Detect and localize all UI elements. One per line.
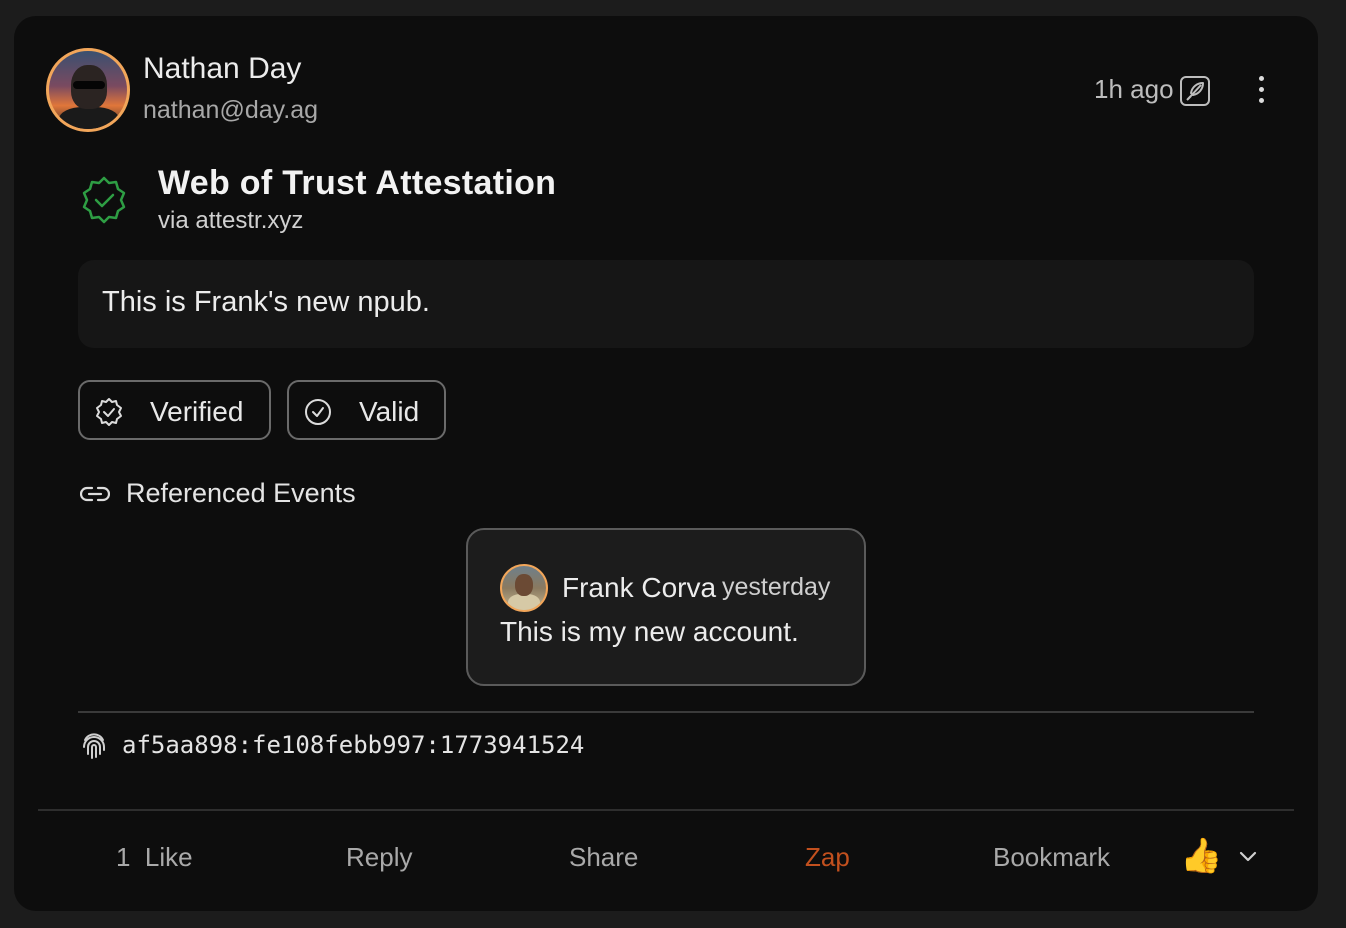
bookmark-button[interactable]: Bookmark — [993, 842, 1110, 873]
check-circle-icon — [305, 399, 331, 425]
author-avatar[interactable] — [46, 48, 130, 132]
note-card: Nathan Day nathan@day.ag 1h ago Web of T… — [14, 16, 1318, 911]
attestation-text: This is Frank's new npub. — [102, 286, 430, 318]
like-label: Like — [144, 842, 193, 872]
attestation-content: This is Frank's new npub. — [78, 260, 1254, 348]
link-icon — [80, 486, 110, 502]
like-button[interactable]: 1 Like — [116, 842, 193, 873]
feather-icon — [1180, 76, 1210, 106]
referenced-author-name[interactable]: Frank Corva — [562, 572, 716, 604]
event-coordinate[interactable]: af5aa898:fe108febb997:1773941524 — [122, 731, 584, 759]
attestation-title: Web of Trust Attestation — [158, 164, 557, 202]
share-button[interactable]: Share — [569, 842, 638, 873]
actions-divider — [38, 809, 1294, 811]
thumbs-up-reaction[interactable]: 👍 — [1180, 836, 1222, 876]
verified-chip[interactable]: Verified — [78, 380, 271, 440]
author-nip05: nathan@day.ag — [143, 96, 319, 124]
verified-badge-icon — [82, 176, 126, 224]
referenced-event-text: This is my new account. — [500, 616, 799, 647]
more-options-icon[interactable] — [1246, 72, 1278, 108]
valid-chip[interactable]: Valid — [287, 380, 446, 440]
verified-badge-icon — [96, 398, 122, 426]
attestation-source: via attestr.xyz — [158, 207, 304, 234]
zap-button[interactable]: Zap — [805, 842, 850, 873]
chevron-down-icon[interactable] — [1238, 846, 1258, 866]
referenced-event-time: yesterday — [722, 573, 831, 601]
timestamp[interactable]: 1h ago — [1094, 74, 1174, 105]
referenced-event-card[interactable]: Frank Corva yesterday This is my new acc… — [466, 528, 866, 686]
referenced-events-label: Referenced Events — [126, 478, 356, 508]
verified-label: Verified — [150, 396, 244, 427]
fingerprint-icon — [83, 733, 105, 759]
divider — [78, 711, 1254, 713]
reply-button[interactable]: Reply — [346, 842, 412, 873]
author-name[interactable]: Nathan Day — [143, 52, 301, 86]
referenced-author-avatar[interactable] — [500, 564, 548, 612]
like-count: 1 — [116, 842, 131, 872]
valid-label: Valid — [359, 396, 420, 427]
